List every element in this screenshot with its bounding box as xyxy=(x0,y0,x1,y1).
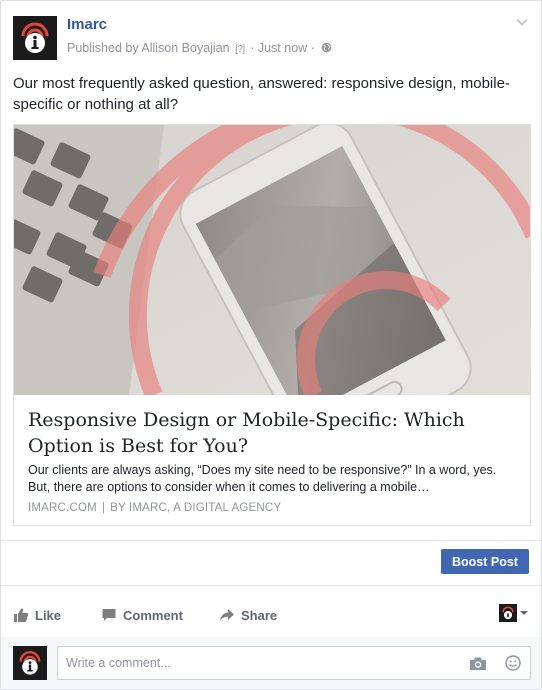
imarc-logo-icon xyxy=(13,16,57,60)
imarc-logo-icon xyxy=(13,646,47,680)
page-name-link[interactable]: Imarc xyxy=(67,16,107,33)
post-card: Imarc Published by Allison Boyajian [?] … xyxy=(0,0,542,690)
comment-label: Comment xyxy=(123,607,183,623)
post-as-page-selector[interactable] xyxy=(499,604,529,622)
link-title[interactable]: Responsive Design or Mobile-Specific: Wh… xyxy=(28,407,518,459)
divider xyxy=(1,585,541,586)
chevron-down-icon[interactable] xyxy=(515,15,529,29)
boost-post-button[interactable]: Boost Post xyxy=(441,549,529,574)
caret-down-icon xyxy=(520,611,528,615)
meta-separator: · xyxy=(250,41,255,55)
post-message: Our most frequently asked question, answ… xyxy=(13,75,510,113)
comment-button[interactable]: Comment xyxy=(101,599,183,631)
help-marker[interactable]: [?] xyxy=(235,44,245,55)
link-byline: BY IMARC, A DIGITAL AGENCY xyxy=(110,502,282,514)
link-description: Our clients are always asking, “Does my … xyxy=(28,463,497,494)
source-separator: | xyxy=(101,502,106,514)
published-by[interactable]: Published by Allison Boyajian xyxy=(67,41,230,55)
comment-input[interactable] xyxy=(57,646,531,680)
page-avatar[interactable] xyxy=(13,16,57,60)
camera-icon[interactable] xyxy=(469,656,487,671)
share-button[interactable]: Share xyxy=(219,599,277,631)
like-label: Like xyxy=(35,607,62,623)
page-avatar-small xyxy=(499,604,517,622)
share-label: Share xyxy=(241,607,278,623)
share-icon xyxy=(220,609,234,621)
comment-icon xyxy=(102,609,116,621)
smiley-icon[interactable] xyxy=(505,655,521,671)
globe-icon[interactable] xyxy=(321,42,332,53)
post-meta: Published by Allison Boyajian [?] · Just… xyxy=(67,41,332,55)
link-preview-image[interactable] xyxy=(14,125,530,395)
link-domain: IMARC.COM xyxy=(28,502,97,514)
link-preview[interactable]: Responsive Design or Mobile-Specific: Wh… xyxy=(13,124,531,526)
commenter-avatar xyxy=(13,646,47,680)
divider xyxy=(1,540,541,541)
like-button[interactable]: Like xyxy=(13,599,61,631)
laptop-and-phone-photo xyxy=(14,125,530,395)
thumbs-up-icon xyxy=(14,608,29,622)
link-source: IMARC.COM | BY IMARC, A DIGITAL AGENCY xyxy=(28,502,281,514)
timestamp[interactable]: Just now · xyxy=(258,41,315,55)
action-bar: Like Comment Share xyxy=(13,599,529,631)
imarc-logo-icon xyxy=(499,604,517,622)
